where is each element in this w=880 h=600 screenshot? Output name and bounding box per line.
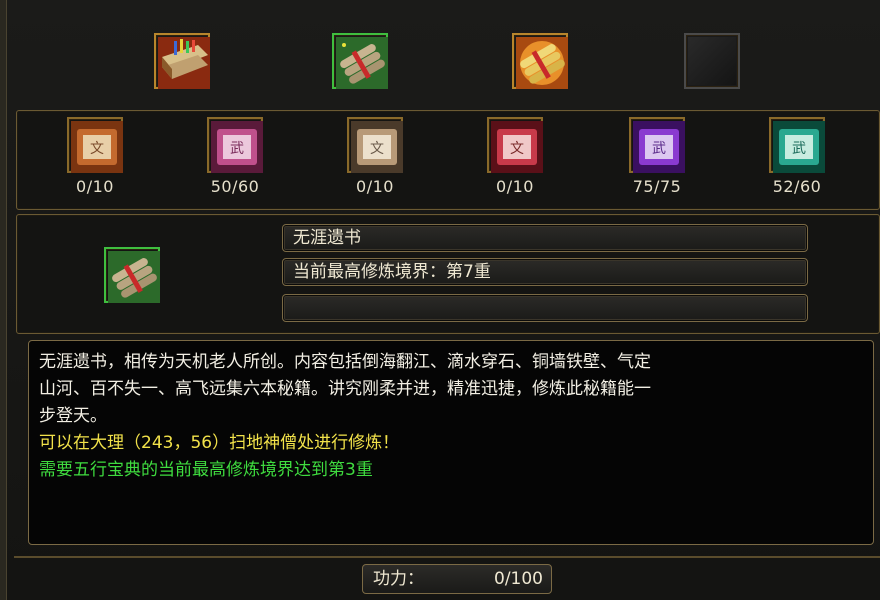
scroll-count: 0/10 (356, 177, 394, 196)
power-field: 功力： 0/100 (362, 564, 552, 594)
scroll-teal-art: 武 (773, 121, 825, 173)
scroll-red-icon[interactable]: 文 (487, 117, 543, 173)
svg-text:文: 文 (510, 141, 524, 157)
empty-slot-icon[interactable] (684, 33, 740, 89)
realm-field: 当前最高修炼境界：第7重 (282, 258, 808, 286)
book-stack-art (158, 37, 210, 89)
scroll-count: 0/10 (76, 177, 114, 196)
extra-field (282, 294, 808, 322)
scroll-item-3[interactable]: 文 0/10 (345, 117, 405, 196)
scroll-bundle-art (336, 37, 388, 89)
top-icon-row (0, 0, 880, 100)
svg-text:武: 武 (652, 141, 666, 157)
svg-text:文: 文 (90, 141, 104, 157)
book-stack-icon[interactable] (154, 33, 210, 89)
training-location: 可以在大理（243，56）扫地神僧处进行修炼！ (39, 433, 400, 453)
power-value: 0/100 (494, 569, 543, 589)
scroll-item-2[interactable]: 武 50/60 (205, 117, 265, 196)
scroll-purple-icon[interactable]: 武 (629, 117, 685, 173)
description-box: 无涯遗书，相传为天机老人所创。内容包括倒海翻江、滴水穿石、铜墙铁壁、气定 山河、… (28, 340, 874, 545)
empty-slot-art (688, 37, 736, 85)
scroll-orange-icon[interactable]: 文 (67, 117, 123, 173)
svg-text:武: 武 (230, 141, 244, 157)
bottom-divider (14, 556, 880, 558)
scroll-item-1[interactable]: 文 0/10 (65, 117, 125, 196)
scroll-pink-icon[interactable]: 武 (207, 117, 263, 173)
scroll-teal-icon[interactable]: 武 (769, 117, 825, 173)
scroll-beige-art: 文 (351, 121, 403, 173)
scroll-bundle-art (108, 251, 160, 303)
description-line: 步登天。 (39, 406, 107, 426)
scroll-count: 75/75 (632, 177, 682, 196)
training-requirement: 需要五行宝典的当前最高修炼境界达到第3重 (39, 460, 373, 480)
scroll-purple-art: 武 (633, 121, 685, 173)
scroll-item-5[interactable]: 武 75/75 (627, 117, 687, 196)
scroll-count: 50/60 (210, 177, 260, 196)
selected-item-icon[interactable] (104, 247, 160, 303)
description-line: 无涯遗书，相传为天机老人所创。内容包括倒海翻江、滴水穿石、铜墙铁壁、气定 (39, 352, 651, 372)
scroll-item-4[interactable]: 文 0/10 (485, 117, 545, 196)
scroll-pink-art: 武 (211, 121, 263, 173)
scroll-collection-panel: 文 0/10 武 50/60 文 0/10 文 0/10 武 75/75 武 5… (16, 110, 880, 210)
scroll-item-6[interactable]: 武 52/60 (767, 117, 827, 196)
golden-scroll-bundle-art (516, 37, 568, 89)
scroll-count: 0/10 (496, 177, 534, 196)
description-line: 山河、百不失一、高飞远集六本秘籍。讲究刚柔并进，精准迅捷，修炼此秘籍能一 (39, 379, 651, 399)
scroll-orange-art: 文 (71, 121, 123, 173)
golden-scroll-bundle-icon[interactable] (512, 33, 568, 89)
power-label: 功力： (373, 569, 424, 589)
svg-text:文: 文 (370, 141, 384, 157)
item-name-field: 无涯遗书 (282, 224, 808, 252)
scroll-red-art: 文 (491, 121, 543, 173)
scroll-count: 52/60 (772, 177, 822, 196)
scroll-beige-icon[interactable]: 文 (347, 117, 403, 173)
scroll-bundle-icon[interactable] (332, 33, 388, 89)
svg-text:武: 武 (792, 141, 806, 157)
